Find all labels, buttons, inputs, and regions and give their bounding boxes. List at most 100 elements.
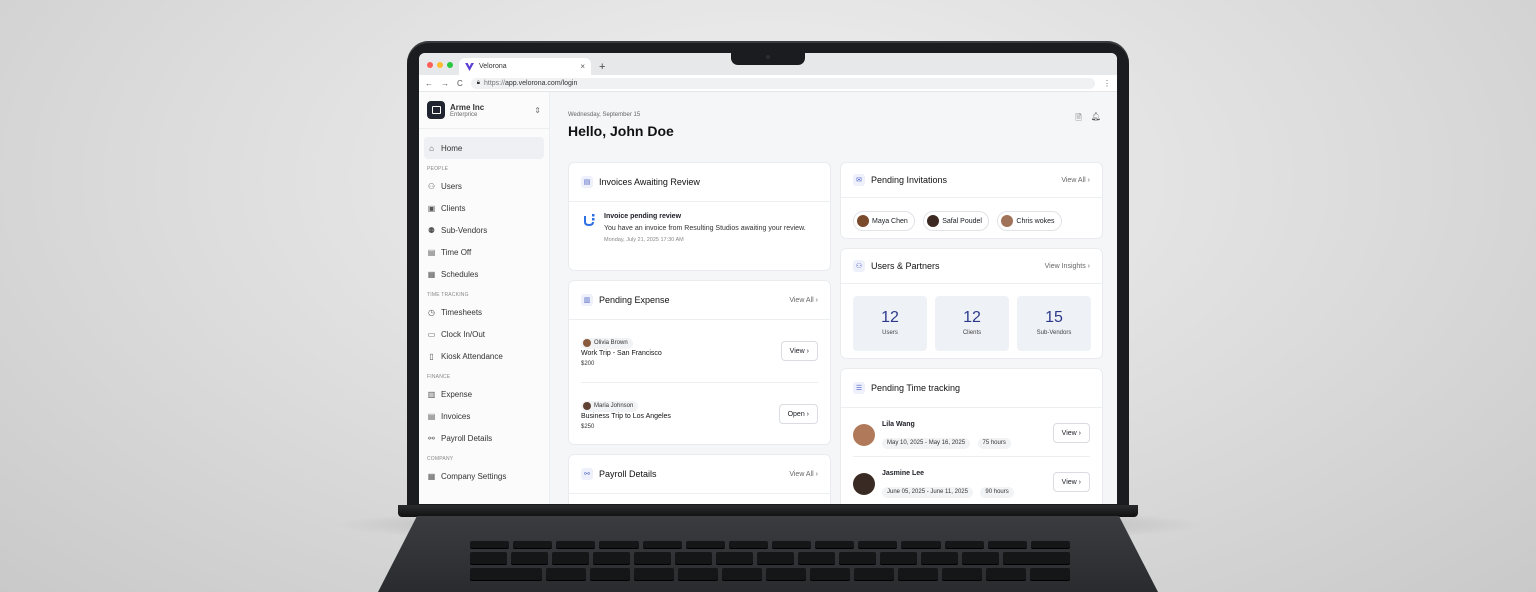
laptop-hinge <box>398 505 1138 517</box>
home-icon: ⌂ <box>429 143 434 153</box>
sidebar-item-label: Time Off <box>441 247 472 257</box>
sidebar-item-company-settings[interactable]: ▦ Company Settings <box>424 465 544 487</box>
reload-icon[interactable]: C <box>457 79 463 88</box>
open-button[interactable]: Open › <box>778 404 818 424</box>
invitations-card: ✉ Pending Invitations View All › Maya Ch… <box>840 162 1103 239</box>
person-name: Jasmine Lee <box>882 470 925 477</box>
tab-close-icon[interactable]: × <box>580 62 585 71</box>
person-pill: Maria Johnson <box>581 400 639 412</box>
document-icon[interactable]: 🗎︎ <box>1075 112 1081 126</box>
header-actions: 🗎︎ 🔔︎ <box>1075 112 1101 126</box>
browser-tab[interactable]: Velorona × <box>459 58 591 75</box>
avatar <box>853 424 875 446</box>
stat-sub-vendors[interactable]: 15 Sub-Vendors <box>1017 296 1091 351</box>
sidebar-item-schedules[interactable]: ▦ Schedules <box>424 263 544 285</box>
sidebar-item-timesheets[interactable]: ◷ Timesheets <box>424 301 544 323</box>
view-button[interactable]: View › <box>1052 423 1090 443</box>
receipt-icon: ▥ <box>427 389 436 399</box>
minimize-window-button[interactable] <box>437 62 443 68</box>
lock-icon: 🔒︎ <box>476 79 480 86</box>
sidebar-item-expense[interactable]: ▥ Expense <box>424 383 544 405</box>
mail-icon: ✉ <box>853 174 865 186</box>
notification-title: Invoice pending review <box>604 213 682 220</box>
back-icon[interactable]: ← <box>425 79 433 88</box>
expense-amount: $200 <box>581 361 595 367</box>
sidebar-item-label: Timesheets <box>441 307 483 317</box>
sidebar-item-invoices[interactable]: ▤ Invoices <box>424 405 544 427</box>
view-button[interactable]: View › <box>780 341 818 361</box>
stat-clients[interactable]: 12 Clients <box>935 296 1009 351</box>
forward-icon[interactable]: → <box>441 79 449 88</box>
notification-body: You have an invoice from Resulting Studi… <box>604 225 806 232</box>
address-bar: ← → C 🔒︎ https://app.velorona.com/login … <box>419 75 1117 92</box>
view-all-link[interactable]: View All › <box>1061 177 1090 184</box>
payroll-icon: ⚯ <box>428 433 435 443</box>
list-item: Jasmine Lee June 05, 2025 - June 11, 202… <box>853 457 1090 504</box>
card-title: Users & Partners <box>871 261 940 271</box>
view-button[interactable]: View › <box>1052 472 1090 492</box>
sidebar-item-clients[interactable]: ▣ Clients <box>424 197 544 219</box>
app-root: Arme Inc Enterprice ⇕ ⌂ Home PEOPLE ⚇ User… <box>419 92 1117 504</box>
close-window-button[interactable] <box>427 62 433 68</box>
sidebar-item-label: Sub-Vendors <box>441 225 488 235</box>
clock-icon: ◷ <box>428 307 435 317</box>
sidebar-item-users[interactable]: ⚇ Users <box>424 175 544 197</box>
card-title: Invoices Awaiting Review <box>599 177 700 187</box>
person-name: Lila Wang <box>882 421 915 428</box>
avatar <box>857 215 869 227</box>
sidebar-item-kiosk-attendance[interactable]: ▯ Kiosk Attendance <box>424 345 544 367</box>
url-field[interactable]: 🔒︎ https://app.velorona.com/login <box>470 77 1095 89</box>
invitee-chip[interactable]: Chris wokes <box>997 211 1062 231</box>
browser-menu-icon[interactable]: ⋮ <box>1103 79 1111 88</box>
velorona-logo-icon <box>465 62 474 71</box>
sidebar-item-sub-vendors[interactable]: ⚉ Sub-Vendors <box>424 219 544 241</box>
invitee-chip[interactable]: Maya Chen <box>853 211 915 231</box>
invoice-icon: ▤ <box>581 176 593 188</box>
workspace-switcher[interactable]: Arme Inc Enterprice ⇕ <box>419 92 549 129</box>
list-item: Olivia Brown Work Trip - San Francisco $… <box>581 320 818 383</box>
new-tab-button[interactable]: + <box>599 61 605 73</box>
workspace-name: Arme Inc <box>450 102 485 112</box>
avatar <box>927 215 940 227</box>
invoices-card: ▤ Invoices Awaiting Review Invoice pendi… <box>568 162 831 271</box>
chevron-updown-icon: ⇕ <box>534 105 541 115</box>
view-all-link[interactable]: View All › <box>789 297 818 304</box>
invitation-chips: Maya Chen Safal Poudel Chris wokes <box>841 198 1102 232</box>
avatar <box>853 473 875 495</box>
sidebar-item-time-off[interactable]: ▤ Time Off <box>424 241 544 263</box>
bell-icon[interactable]: 🔔︎ <box>1091 112 1101 126</box>
date-range-pill: June 05, 2025 - June 11, 2025 <box>882 486 973 498</box>
stat-value: 15 <box>1045 309 1063 326</box>
camera-notch <box>731 52 805 65</box>
invitee-chip[interactable]: Safal Poudel <box>923 211 989 231</box>
view-insights-link[interactable]: View Insights › <box>1045 263 1090 270</box>
keyboard <box>470 541 1071 584</box>
schedule-icon: ▦ <box>427 269 436 279</box>
expense-name: Work Trip - San Francisco <box>581 350 662 357</box>
page-title: Hello, John Doe <box>568 123 674 139</box>
stat-label: Users <box>882 330 898 336</box>
expense-name: Business Trip to Los Angeles <box>581 413 671 420</box>
section-finance: FINANCE <box>427 374 451 380</box>
payroll-icon: ⚯ <box>581 468 593 480</box>
person-pill: Olivia Brown <box>581 337 633 349</box>
notification-time: Monday, July 21, 2025 17:30 AM <box>604 237 684 243</box>
invoice-notification[interactable]: Invoice pending review You have an invoi… <box>569 202 830 243</box>
card-title: Pending Time tracking <box>871 383 961 393</box>
sidebar-item-home[interactable]: ⌂ Home <box>424 137 544 159</box>
sidebar-item-label: Company Settings <box>441 471 507 481</box>
avatar <box>583 402 591 410</box>
maximize-window-button[interactable] <box>447 62 453 68</box>
stat-label: Sub-Vendors <box>1036 330 1072 336</box>
url-path: app.velorona.com/login <box>505 79 578 87</box>
section-time-tracking: TIME TRACKING <box>427 292 469 298</box>
list-item: Lila Wang May 10, 2025 - May 16, 2025 75… <box>853 408 1090 457</box>
sidebar-item-payroll-details[interactable]: ⚯ Payroll Details <box>424 427 544 449</box>
stat-users[interactable]: 12 Users <box>853 296 927 351</box>
sidebar-item-label: Kiosk Attendance <box>441 351 503 361</box>
main-content: Wednesday, September 15 Hello, John Doe … <box>550 92 1117 504</box>
clipboard-icon: ▭ <box>427 329 436 339</box>
sidebar-item-clock-in-out[interactable]: ▭ Clock In/Out <box>424 323 544 345</box>
view-all-link[interactable]: View All › <box>789 471 818 478</box>
stat-label: Clients <box>962 330 982 336</box>
